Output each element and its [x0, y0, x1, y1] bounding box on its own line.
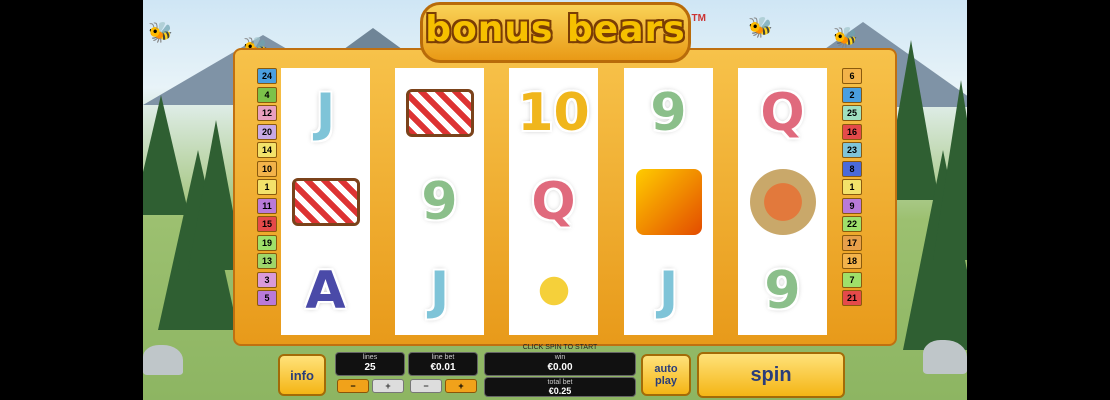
bee-icon: 🐝: [833, 27, 858, 49]
total-bet-panel: total bet €0.25: [484, 377, 636, 397]
bee-icon: 🐝: [148, 22, 173, 44]
symbol-j: J: [315, 82, 336, 143]
logo-text: bonus bears: [425, 9, 686, 50]
symbol-10: 10: [517, 82, 590, 143]
total-bet-value: €0.25: [548, 386, 572, 396]
spin-hint: CLICK SPIN TO START: [522, 344, 598, 351]
payline-left-indicator[interactable]: 13: [257, 253, 277, 269]
payline-left-indicator[interactable]: 10: [257, 160, 277, 177]
symbol-j: J: [658, 260, 679, 321]
payline-indicators-left: 24 4 12 20 14 10 1 11 15 19 13 3 5: [257, 68, 277, 309]
reel-symbol: ranger: [738, 157, 827, 246]
payline-right-indicator[interactable]: 16: [842, 123, 862, 140]
rock: [143, 345, 183, 375]
lines-label: lines: [362, 354, 378, 361]
spin-label: spin: [750, 363, 792, 386]
line-bet-value: €0.01: [430, 362, 456, 373]
reel-5: Qranger 9: [738, 68, 827, 335]
reel-symbol: 10: [509, 68, 598, 157]
reel-symbol: picnic-basket: [395, 68, 484, 157]
reel-symbol: picnic-basket: [281, 157, 370, 246]
line-bet-plus-button[interactable]: +: [445, 379, 477, 393]
lines-value: 25: [364, 362, 376, 373]
lines-minus-button[interactable]: −: [337, 379, 369, 393]
payline-right-indicator[interactable]: 22: [842, 216, 862, 232]
symbol-a: A: [305, 260, 346, 321]
reel-symbol: Q: [738, 68, 827, 157]
reel-4: 9 bear J: [624, 68, 713, 335]
lines-panel: lines 25: [335, 352, 405, 376]
reel-symbol: 9: [395, 157, 484, 246]
payline-left-indicator[interactable]: 20: [257, 123, 277, 140]
payline-right-indicator[interactable]: 21: [842, 290, 862, 306]
game-logo: bonus bears TM: [420, 2, 706, 63]
symbol-9: 9: [421, 171, 458, 232]
reel-symbol: J: [281, 68, 370, 157]
symbol-q: Q: [531, 171, 576, 232]
symbol-j: J: [429, 260, 450, 321]
info-button[interactable]: info: [278, 354, 326, 396]
spin-button[interactable]: spin: [697, 352, 845, 398]
symbol-q: Q: [760, 82, 805, 143]
reel-symbol: bee: [509, 246, 598, 335]
win-panel: win €0.00: [484, 352, 636, 376]
payline-left-indicator[interactable]: 3: [257, 271, 277, 288]
trademark: TM: [691, 13, 706, 24]
picnic-basket-icon: picnic-basket: [405, 88, 474, 137]
line-bet-label: line bet: [431, 354, 455, 361]
autoplay-button[interactable]: auto play: [641, 354, 691, 396]
bear-icon: bear: [635, 168, 702, 235]
win-label: win: [554, 354, 566, 361]
autoplay-label: auto play: [654, 363, 678, 387]
payline-left-indicator[interactable]: 15: [257, 216, 277, 232]
payline-right-indicator[interactable]: 6: [842, 68, 862, 84]
payline-right-indicator[interactable]: 8: [842, 160, 862, 177]
lines-plus-button[interactable]: +: [372, 379, 404, 393]
reel-symbol: A: [281, 246, 370, 335]
symbol-9: 9: [650, 82, 687, 143]
bee-icon: 🐝: [748, 17, 773, 39]
reel-symbol: J: [395, 246, 484, 335]
reel-symbol: Q: [509, 157, 598, 246]
reel-symbol: J: [624, 246, 713, 335]
reel-1: Jpicnic-basket A: [281, 68, 370, 335]
rock: [923, 340, 967, 374]
control-bar: info lines 25 − + line bet €0.01 − + win…: [278, 352, 845, 398]
payline-left-indicator[interactable]: 12: [257, 105, 277, 121]
picnic-basket-icon: picnic-basket: [291, 177, 360, 226]
payline-right-indicator[interactable]: 9: [842, 197, 862, 214]
payline-left-indicator[interactable]: 1: [257, 179, 277, 195]
line-bet-panel: line bet €0.01: [408, 352, 478, 376]
payline-left-indicator[interactable]: 19: [257, 234, 277, 251]
reel-symbol: 9: [738, 246, 827, 335]
payline-right-indicator[interactable]: 17: [842, 234, 862, 251]
payline-left-indicator[interactable]: 5: [257, 290, 277, 306]
payline-left-indicator[interactable]: 14: [257, 142, 277, 158]
payline-right-indicator[interactable]: 2: [842, 86, 862, 103]
payline-right-indicator[interactable]: 7: [842, 271, 862, 288]
win-value: €0.00: [547, 362, 573, 373]
pine-tree: [933, 80, 967, 260]
info-label: info: [290, 367, 314, 383]
bee-icon: bee: [520, 257, 587, 324]
payline-right-indicator[interactable]: 25: [842, 105, 862, 121]
payline-indicators-right: 6 2 25 16 23 8 1 9 22 17 18 7 21: [842, 68, 862, 309]
reel-symbol: bear: [624, 157, 713, 246]
reel-3: 10 Qbee: [509, 68, 598, 335]
payline-left-indicator[interactable]: 4: [257, 86, 277, 103]
ranger-icon: ranger: [749, 168, 816, 235]
line-bet-minus-button[interactable]: −: [410, 379, 442, 393]
payline-right-indicator[interactable]: 23: [842, 142, 862, 158]
symbol-9: 9: [764, 260, 801, 321]
payline-right-indicator[interactable]: 18: [842, 253, 862, 269]
payline-left-indicator[interactable]: 11: [257, 197, 277, 214]
payline-left-indicator[interactable]: 24: [257, 68, 277, 84]
payline-right-indicator[interactable]: 1: [842, 179, 862, 195]
reel-symbol: 9: [624, 68, 713, 157]
reel-2: picnic-basket 9 J: [395, 68, 484, 335]
